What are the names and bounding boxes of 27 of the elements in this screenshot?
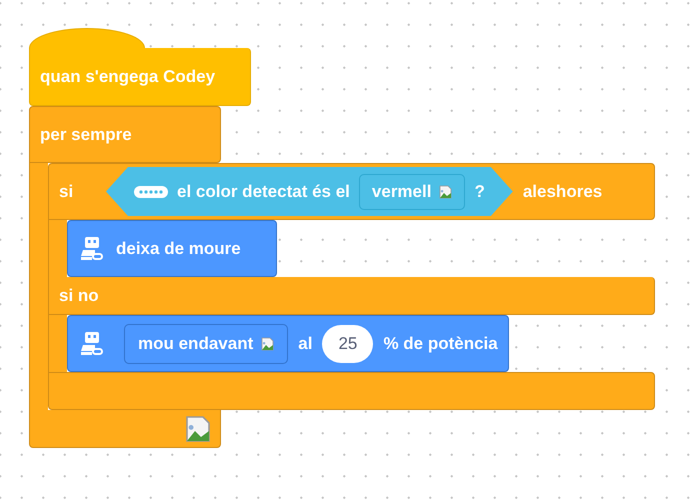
block-label: aleshores [522,180,602,203]
block-label: si no [59,284,99,307]
move-block[interactable]: mou endavant al 25 % de potència [67,315,509,372]
block-label: % de potència [383,332,498,355]
else-bar[interactable]: si no [48,277,655,315]
if-block-arm [48,315,67,372]
color-dropdown[interactable]: vermell [358,174,466,210]
robot-icon [80,330,104,356]
block-label: per sempre [40,124,132,146]
block-label: deixa de moure [116,238,241,260]
image-icon [261,336,274,350]
block-label: ? [474,180,485,203]
hat-block[interactable]: quan s'engega Codey [29,48,251,106]
stop-block[interactable]: deixa de moure [67,220,277,277]
if-block-header[interactable]: si el color detectat és el vermell ? aleshores [48,163,655,220]
robot-icon [80,236,104,262]
image-icon [439,184,452,198]
if-block-arm [48,220,67,277]
block-label: si [59,180,74,203]
forever-block-header[interactable]: per sempre [29,106,221,163]
direction-dropdown[interactable]: mou endavant [124,324,288,364]
image-icon [185,415,211,443]
block-label: al [298,332,312,355]
block-label: el color detectat és el [177,180,350,203]
block-label: quan s'engega Codey [40,66,216,88]
condition-block[interactable]: el color detectat és el vermell ? [106,167,513,216]
number-field[interactable]: 25 [322,324,374,362]
